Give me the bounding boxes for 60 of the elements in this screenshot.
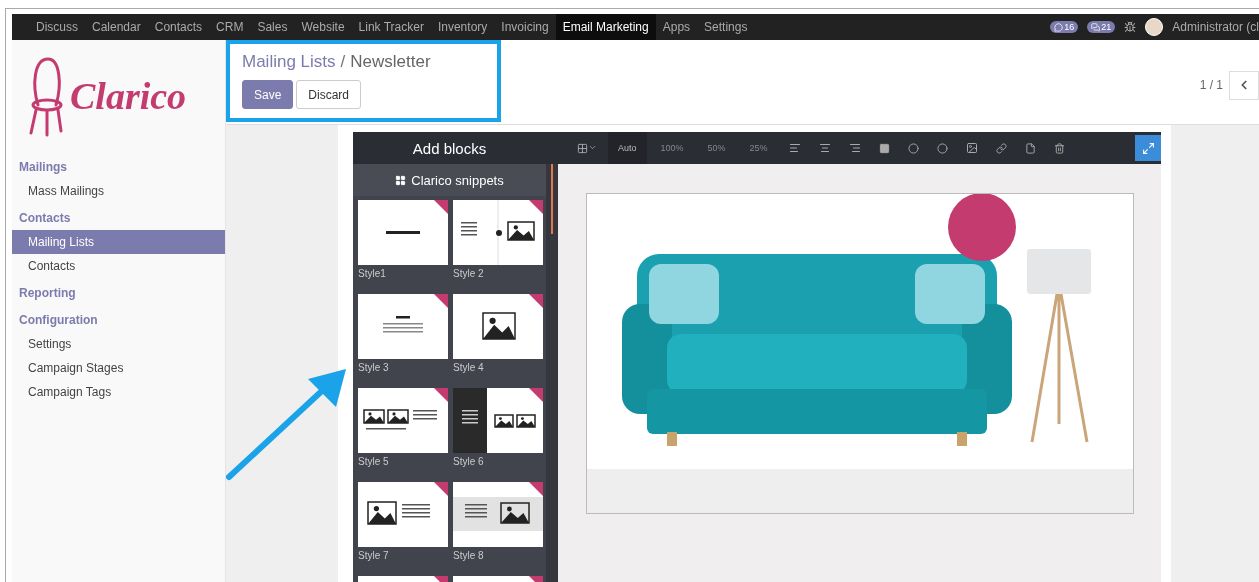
menu-item[interactable]: Email Marketing: [555, 14, 656, 40]
snippet-thumbnail[interactable]: [358, 294, 448, 359]
sidebar-item[interactable]: Contacts: [12, 254, 225, 278]
menu-item[interactable]: Link Tracker: [351, 14, 431, 40]
size-option[interactable]: 50%: [697, 132, 736, 164]
save-button[interactable]: Save: [242, 80, 294, 109]
menu-item[interactable]: Sales: [250, 14, 295, 40]
sidebar-item[interactable]: Mailing Lists: [12, 230, 225, 254]
snippet-thumbnail[interactable]: [358, 200, 448, 265]
snippet-label: Style1: [358, 267, 387, 279]
snippet-label: Style 5: [358, 455, 390, 467]
logo-text: Clarico: [70, 74, 187, 118]
user-name[interactable]: Administrator (cl: [1172, 20, 1259, 34]
snippet-thumbnail[interactable]: [453, 482, 543, 547]
snippet-label: Style 6: [453, 455, 485, 467]
menu-item[interactable]: Inventory: [430, 14, 495, 40]
expand-icon: [1141, 141, 1155, 155]
breadcrumb-current: Newsletter: [350, 52, 431, 72]
snippet-label: Style 2: [453, 267, 485, 279]
menu-item[interactable]: Website: [294, 14, 352, 40]
menu-item[interactable]: Discuss: [29, 14, 85, 40]
sidebar-section-title: Configuration: [18, 312, 99, 329]
menu-item[interactable]: Invoicing: [494, 14, 556, 40]
messages-badge[interactable]: 21: [1087, 21, 1116, 33]
panel-title: Add blocks: [353, 132, 558, 164]
sidebar-item[interactable]: Campaign Stages: [12, 356, 225, 380]
breadcrumb-link[interactable]: Mailing Lists: [242, 52, 336, 72]
breadcrumb-separator: /: [340, 52, 346, 72]
pager-counter: 1 / 1: [1199, 78, 1223, 92]
menu-item[interactable]: Contacts: [147, 14, 210, 40]
snippet-thumbnail[interactable]: [358, 482, 448, 547]
snippet-thumbnail[interactable]: [358, 388, 448, 453]
scrollbar-thumb[interactable]: [551, 164, 553, 234]
bug-icon[interactable]: [1124, 21, 1137, 33]
chat-badge[interactable]: 16: [1050, 21, 1079, 33]
fullscreen-button[interactable]: [1135, 135, 1161, 161]
sidebar-item[interactable]: Settings: [12, 332, 225, 356]
grid-icon: [395, 174, 407, 186]
size-option[interactable]: Auto: [608, 132, 647, 164]
snippet-thumbnail[interactable]: [453, 200, 543, 265]
menu-item[interactable]: Apps: [655, 14, 698, 40]
sidebar-section-title: Reporting: [18, 285, 77, 302]
avatar[interactable]: [1145, 18, 1164, 36]
sidebar-section-title: Mailings: [18, 159, 68, 176]
snippet-label: Style 3: [358, 361, 390, 373]
discard-button[interactable]: Discard: [296, 80, 362, 109]
menu-item[interactable]: Settings: [697, 14, 755, 40]
sidebar-item[interactable]: Campaign Tags: [12, 380, 225, 404]
snippet-thumbnail[interactable]: [453, 294, 543, 359]
snippet-label: Style 8: [453, 549, 485, 561]
snippet-thumbnail[interactable]: [453, 388, 543, 453]
snippet-label: Style 7: [358, 549, 390, 561]
menu-item[interactable]: Calendar: [85, 14, 148, 40]
size-option[interactable]: 100%: [650, 132, 694, 164]
menu-item[interactable]: CRM: [209, 14, 251, 40]
sidebar-section-title: Contacts: [18, 210, 72, 227]
sidebar-item[interactable]: Mass Mailings: [12, 179, 225, 203]
size-option[interactable]: 25%: [739, 132, 778, 164]
snippet-label: Style 4: [453, 361, 485, 373]
snippet-group-title: Clarico snippets: [411, 172, 504, 188]
